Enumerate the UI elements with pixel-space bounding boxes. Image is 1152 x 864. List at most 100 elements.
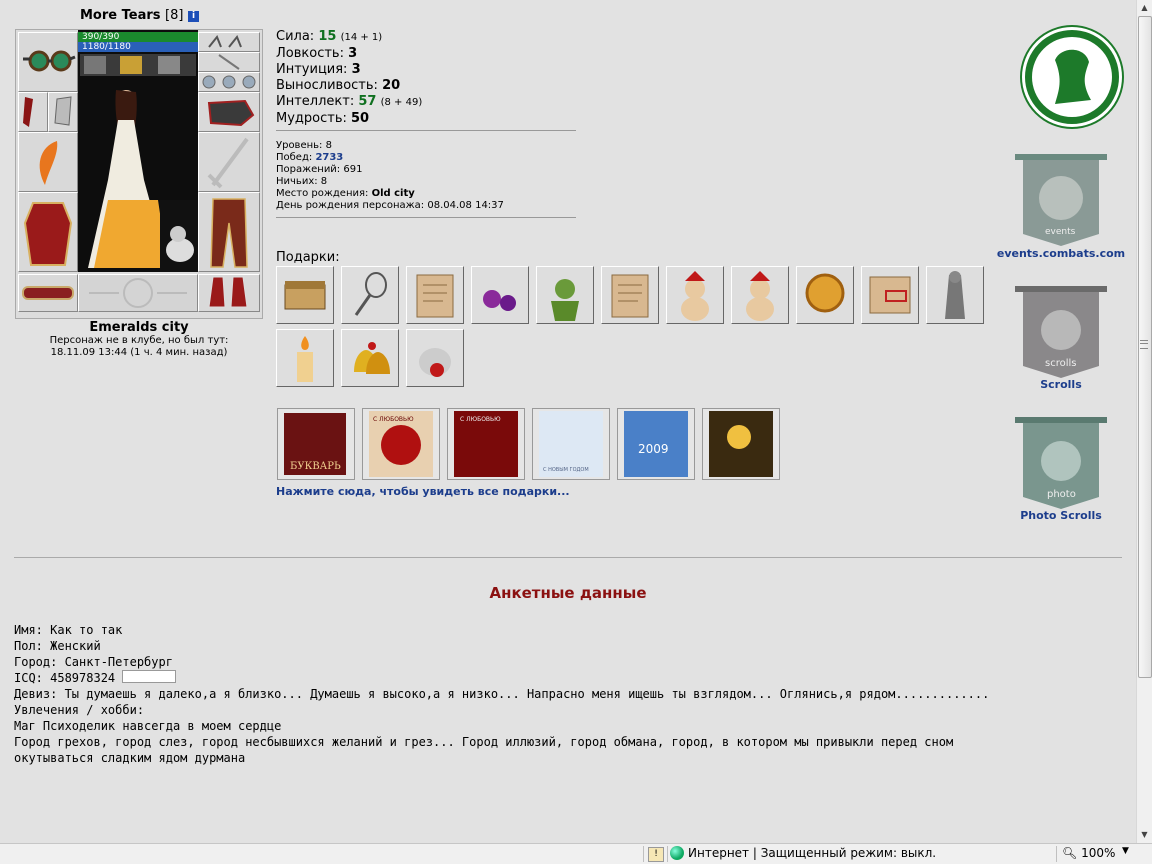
profile-hobby-line: Маг Психоделик навсегда в моем сердце bbox=[14, 719, 282, 733]
love-card-icon: С ЛЮБОВЬЮ bbox=[369, 411, 433, 477]
goblin-icon bbox=[551, 279, 579, 321]
photo-banner-icon[interactable]: photo bbox=[1011, 413, 1111, 513]
profile-motto: Девиз: Ты думаешь я далеко,а я близко...… bbox=[14, 687, 990, 701]
love-card-icon: С ЛЮБОВЬЮ bbox=[454, 411, 518, 477]
pet-slot[interactable] bbox=[160, 200, 198, 272]
gift-teddy-bear[interactable] bbox=[666, 266, 724, 324]
chevron-down-icon[interactable]: ▼ bbox=[1122, 846, 1129, 856]
vertical-scrollbar[interactable]: ▲ ▼ bbox=[1136, 0, 1152, 843]
character-name: More Tears [8] i bbox=[80, 8, 199, 23]
mouse-icon bbox=[419, 348, 451, 377]
browser-status-bar: ! Интернет | Защищенный режим: выкл. 🔍︎ … bbox=[0, 843, 1152, 864]
weapon-slot[interactable] bbox=[18, 132, 78, 192]
svg-text:С ЛЮБОВЬЮ: С ЛЮБОВЬЮ bbox=[373, 416, 414, 423]
shield-slot[interactable] bbox=[198, 132, 260, 192]
gift-mouse[interactable] bbox=[406, 329, 464, 387]
gift-mirror[interactable] bbox=[341, 266, 399, 324]
svg-text:С НОВЫМ ГОДОМ: С НОВЫМ ГОДОМ bbox=[543, 467, 589, 473]
info-wins: Побед: 2733 bbox=[276, 152, 344, 163]
scroll-icon bbox=[611, 274, 649, 318]
clan-emblem[interactable] bbox=[1022, 27, 1122, 127]
bells-icon bbox=[354, 342, 390, 374]
equipment-panel: 390/390 1180/1180 bbox=[15, 29, 263, 319]
profile-name: Имя: Как то так bbox=[14, 623, 123, 637]
bracer-slot[interactable] bbox=[18, 92, 48, 132]
gift-scroll[interactable] bbox=[406, 266, 464, 324]
gift-teddy-bear-2[interactable] bbox=[731, 266, 789, 324]
security-zone[interactable]: Интернет | Защищенный режим: выкл. bbox=[670, 846, 936, 860]
gift-card-new-year[interactable]: С НОВЫМ ГОДОМ bbox=[532, 408, 610, 480]
info-level: Уровень: 8 bbox=[276, 140, 332, 151]
character-name-text: More Tears bbox=[80, 8, 161, 23]
svg-text:events: events bbox=[1045, 227, 1076, 237]
stamped-scroll-icon bbox=[869, 276, 911, 314]
gift-candle[interactable] bbox=[276, 329, 334, 387]
earrings-slot[interactable] bbox=[198, 32, 260, 52]
amulet-icon bbox=[218, 54, 240, 70]
profile-city: Город: Санкт-Петербург bbox=[14, 655, 173, 669]
helmet-slot[interactable] bbox=[18, 32, 78, 92]
online-status: Персонаж не в клубе, но был тут: bbox=[49, 335, 229, 346]
info-birthplace: Место рождения: Old city bbox=[276, 188, 415, 199]
pants-icon bbox=[210, 198, 248, 268]
stat-agility: Ловкость: 3 bbox=[276, 46, 358, 61]
security-icon[interactable]: ! bbox=[648, 847, 664, 862]
armor-slot[interactable] bbox=[18, 192, 78, 272]
stat-intuition: Интуиция: 3 bbox=[276, 62, 361, 77]
potions-icon bbox=[483, 290, 516, 311]
photo-scrolls-link[interactable]: Photo Scrolls bbox=[996, 509, 1126, 522]
scroll-up-icon[interactable]: ▲ bbox=[1137, 0, 1152, 16]
gift-card-love-2[interactable]: С ЛЮБОВЬЮ bbox=[447, 408, 525, 480]
events-banner-icon[interactable]: events bbox=[1011, 150, 1111, 250]
gift-coin[interactable] bbox=[796, 266, 854, 324]
see-all-gifts-link[interactable]: Нажмите сюда, чтобы увидеть все подарки.… bbox=[276, 485, 570, 498]
profile-icq: ICQ: 458978324 bbox=[14, 670, 989, 686]
scrolls-link[interactable]: Scrolls bbox=[996, 378, 1126, 391]
wins-link[interactable]: 2733 bbox=[315, 152, 343, 163]
svg-text:БУКВАРЬ: БУКВАРЬ bbox=[290, 461, 341, 472]
candle-icon bbox=[297, 336, 313, 382]
goggles-icon bbox=[23, 50, 76, 72]
amulet-slot[interactable] bbox=[198, 52, 260, 72]
gift-goblin[interactable] bbox=[536, 266, 594, 324]
gift-chest[interactable] bbox=[276, 266, 334, 324]
boots-slot[interactable] bbox=[198, 274, 260, 312]
gift-scroll-2[interactable] bbox=[601, 266, 659, 324]
svg-text:2009: 2009 bbox=[638, 442, 669, 456]
teddy-bear-icon bbox=[681, 271, 709, 321]
gift-card-primer[interactable]: БУКВАРЬ bbox=[277, 408, 355, 480]
legs-slot[interactable] bbox=[198, 192, 260, 272]
character-level: [8] bbox=[165, 8, 184, 23]
gift-potions[interactable] bbox=[471, 266, 529, 324]
new-year-card-icon: 2009 bbox=[624, 411, 688, 477]
gift-card-fireworks[interactable] bbox=[702, 408, 780, 480]
location-block: Emeralds city Персонаж не в клубе, но бы… bbox=[15, 320, 263, 359]
character-info: Уровень: 8 Побед: 2733 Поражений: 691 Ни… bbox=[276, 140, 504, 212]
city-name: Emeralds city bbox=[89, 320, 189, 335]
woman-silhouette-icon bbox=[1032, 37, 1112, 117]
gift-statue[interactable] bbox=[926, 266, 984, 324]
info-icon[interactable]: i bbox=[188, 11, 199, 22]
gloves-slot[interactable] bbox=[198, 92, 260, 132]
scroll-down-icon[interactable]: ▼ bbox=[1137, 827, 1152, 843]
events-link[interactable]: events.combats.com bbox=[996, 247, 1126, 260]
stat-strength: Сила: 15 (14 + 1) bbox=[276, 29, 383, 44]
gift-scroll-stamped[interactable] bbox=[861, 266, 919, 324]
page-content: More Tears [8] i 390/390 1180/1180 Emera… bbox=[0, 0, 1136, 843]
gift-bells[interactable] bbox=[341, 329, 399, 387]
teddy-bear-icon bbox=[746, 271, 774, 321]
feather-icon bbox=[39, 141, 58, 185]
rings-slot[interactable] bbox=[198, 72, 260, 92]
section-divider bbox=[14, 557, 1122, 558]
scrolls-banner-icon[interactable]: scrolls bbox=[1011, 282, 1111, 382]
belt-slot[interactable] bbox=[18, 274, 78, 312]
svg-text:scrolls: scrolls bbox=[1045, 358, 1076, 369]
scroll-grip-icon bbox=[1140, 340, 1148, 349]
zoom-control[interactable]: 🔍︎ 100% ▼ bbox=[1062, 846, 1129, 860]
gift-card-2009[interactable]: 2009 bbox=[617, 408, 695, 480]
fireworks-icon bbox=[709, 411, 773, 477]
divider bbox=[276, 130, 576, 131]
gloves-slot-left[interactable] bbox=[48, 92, 78, 132]
gift-card-love[interactable]: С ЛЮБОВЬЮ bbox=[362, 408, 440, 480]
profile-data: Имя: Как то так Пол: Женский Город: Санкт-… bbox=[14, 622, 989, 766]
